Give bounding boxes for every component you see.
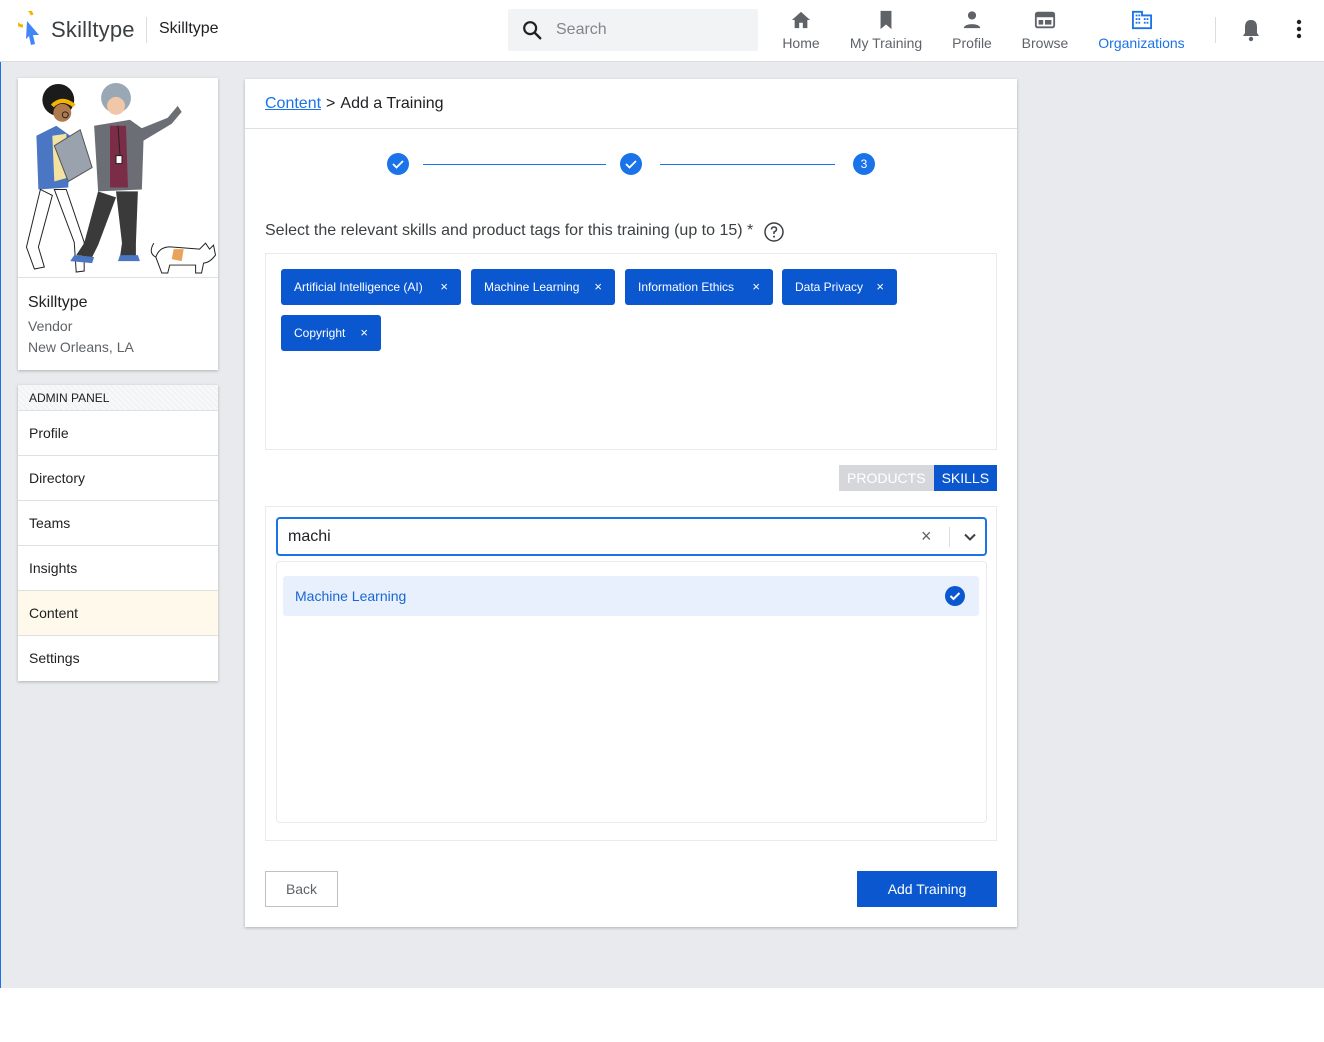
skill-option[interactable]: Machine Learning [283,576,979,616]
header-divider-right [1215,17,1216,43]
tags-prompt: Select the relevant skills and product t… [265,222,754,239]
skill-search-input[interactable] [288,519,888,554]
step-1-complete [387,153,409,175]
nav-browse[interactable]: Browse [1018,8,1072,54]
skill-option-label: Machine Learning [295,588,407,604]
admin-item-teams[interactable]: Teams [18,501,218,546]
tag-remove-icon[interactable]: × [752,269,760,305]
tag-chip-label: Information Ethics [638,280,735,294]
check-icon [625,160,637,169]
brand-name[interactable]: Skilltype [51,17,135,43]
person-icon [963,11,981,29]
bell-icon[interactable] [1240,18,1262,42]
breadcrumb: Content > Add a Training [265,95,444,113]
breadcrumb-separator: > [326,95,336,112]
nav-my-training-label: My Training [849,35,923,51]
nav-home-label: Home [782,35,820,51]
tag-chip: Artificial Intelligence (AI) × [281,269,461,305]
org-name[interactable]: Skilltype [159,20,219,38]
tag-chip-label: Data Privacy [795,280,864,294]
top-header: Skilltype Skilltype Home My Training Pro… [0,0,1324,62]
skill-select-container: × Machine Learning [265,506,997,841]
nav-my-training[interactable]: My Training [846,8,926,54]
search-input[interactable] [556,9,751,51]
bookmark-icon [880,10,892,30]
profile-card: Skilltype Vendor New Orleans, LA [18,78,218,370]
profile-location: New Orleans, LA [28,339,134,355]
breadcrumb-content-link[interactable]: Content [265,95,321,112]
tag-chip: Machine Learning × [471,269,615,305]
step-2-complete [620,153,642,175]
organization-icon [1131,10,1152,30]
browse-icon [1034,11,1056,29]
skill-search-field[interactable]: × [276,517,987,556]
chevron-down-icon[interactable] [961,528,979,546]
nav-organizations[interactable]: Organizations [1094,8,1189,54]
nav-organizations-label: Organizations [1098,35,1185,51]
admin-panel-title: ADMIN PANEL [18,385,218,411]
add-training-button[interactable]: Add Training [857,871,997,907]
check-icon [392,160,404,169]
home-icon [791,11,811,29]
search-icon [523,21,542,40]
nav-home[interactable]: Home [778,8,824,54]
skilltype-logo-icon[interactable] [18,11,46,49]
admin-panel: ADMIN PANEL Profile Directory Teams Insi… [18,385,218,681]
step-3-current: 3 [853,153,875,175]
step-connector-1 [423,164,606,165]
nav-browse-label: Browse [1021,35,1069,51]
profile-role: Vendor [28,318,73,334]
tag-remove-icon[interactable]: × [876,269,884,305]
more-vert-icon[interactable] [1290,18,1308,40]
nav-profile-label: Profile [952,35,992,51]
add-training-card: Content > Add a Training 3 Select the rele… [245,79,1017,927]
tag-chip: Data Privacy × [782,269,897,305]
select-divider [949,527,950,547]
search-box[interactable] [508,9,758,51]
tag-remove-icon[interactable]: × [360,315,368,351]
breadcrumb-current: Add a Training [340,95,444,112]
header-divider [146,17,147,43]
tag-chip-label: Artificial Intelligence (AI) [294,280,423,294]
back-button[interactable]: Back [265,871,338,907]
products-toggle-button[interactable]: PRODUCTS [839,465,934,491]
admin-item-directory[interactable]: Directory [18,456,218,501]
help-icon[interactable] [764,222,784,242]
clear-icon[interactable]: × [921,526,932,547]
profile-name: Skilltype [28,294,88,311]
admin-item-content[interactable]: Content [18,591,218,636]
admin-item-profile[interactable]: Profile [18,411,218,456]
tag-type-toggle: PRODUCTS SKILLS [839,465,998,491]
tag-chip: Information Ethics × [625,269,773,305]
tag-chip: Copyright × [281,315,381,351]
tag-chip-label: Copyright [294,326,346,340]
check-circle-icon [945,586,965,606]
admin-item-settings[interactable]: Settings [18,636,218,681]
nav-profile[interactable]: Profile [948,8,996,54]
tag-chip-label: Machine Learning [484,280,580,294]
card-divider [245,128,1017,129]
selected-tags-box: Artificial Intelligence (AI) × Machine L… [265,253,997,450]
tag-remove-icon[interactable]: × [594,269,602,305]
step-connector-2 [660,164,835,165]
tag-remove-icon[interactable]: × [440,269,448,305]
skills-toggle-button[interactable]: SKILLS [933,465,998,491]
skill-options-list: Machine Learning [276,561,987,823]
team-illustration [18,82,218,278]
admin-item-insights[interactable]: Insights [18,546,218,591]
